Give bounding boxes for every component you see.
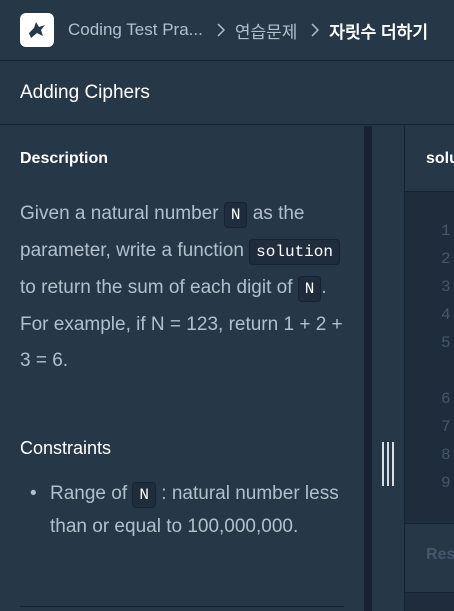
- line-number: 7: [441, 418, 451, 436]
- line-number: 6: [441, 390, 451, 408]
- description-heading: Description: [20, 150, 109, 167]
- top-navigation: Coding Test Pra... 연습문제 자릿수 더하기: [0, 0, 454, 61]
- inline-code-n: N: [132, 482, 157, 508]
- line-number-gutter: 1 2 3 4 5 6 7 8 9: [405, 192, 454, 522]
- description-text: Given a natural number N as the paramete…: [20, 196, 350, 379]
- line-number: 9: [441, 474, 451, 492]
- bird-logo-icon[interactable]: [20, 13, 54, 47]
- editor-panel[interactable]: solution.py 1 2 3 4 5 6 7 8 9 Result: [404, 126, 454, 611]
- desc-text-4: .: [321, 277, 327, 298]
- editor-header: solution.py: [405, 126, 454, 192]
- inline-code-solution: solution: [249, 239, 340, 265]
- problem-title-bar: Adding Ciphers: [0, 61, 454, 125]
- panel-splitter[interactable]: [364, 126, 404, 611]
- result-panel-header[interactable]: Result: [405, 523, 454, 593]
- inline-code-n: N: [223, 202, 248, 228]
- line-number: 3: [441, 278, 451, 296]
- breadcrumb-current: 자릿수 더하기: [329, 22, 428, 42]
- page-title: Adding Ciphers: [20, 81, 150, 103]
- desc-text-3: to return the sum of each digit of: [20, 277, 298, 298]
- constraints-heading: Constraints: [20, 438, 112, 458]
- chevron-right-icon: [311, 23, 320, 37]
- inline-code-n: N: [297, 276, 322, 302]
- editor-filename: solution.py: [426, 150, 454, 167]
- section-divider: [20, 606, 344, 607]
- line-number: 1: [441, 222, 451, 240]
- result-label: Result: [426, 546, 454, 563]
- line-number: 8: [441, 446, 451, 464]
- breadcrumb-practice[interactable]: 연습문제: [235, 18, 298, 43]
- bullet-icon: •: [30, 483, 37, 504]
- line-number: 2: [441, 250, 451, 268]
- line-number: 4: [441, 306, 451, 324]
- drag-handle-icon[interactable]: [382, 441, 394, 486]
- chevron-right-icon: [217, 23, 225, 37]
- constraint-text-1: Range of: [50, 483, 133, 504]
- line-number: 5: [441, 334, 451, 352]
- example-text: For example, if N = 123, return 1 + 2 + …: [20, 314, 343, 371]
- breadcrumb-coding-test[interactable]: Coding Test Pra...: [68, 20, 203, 40]
- description-panel[interactable]: Description Given a natural number N as …: [0, 126, 364, 611]
- desc-text-1: Given a natural number: [20, 203, 224, 224]
- constraint-item: • Range of N : natural number less than …: [30, 478, 340, 543]
